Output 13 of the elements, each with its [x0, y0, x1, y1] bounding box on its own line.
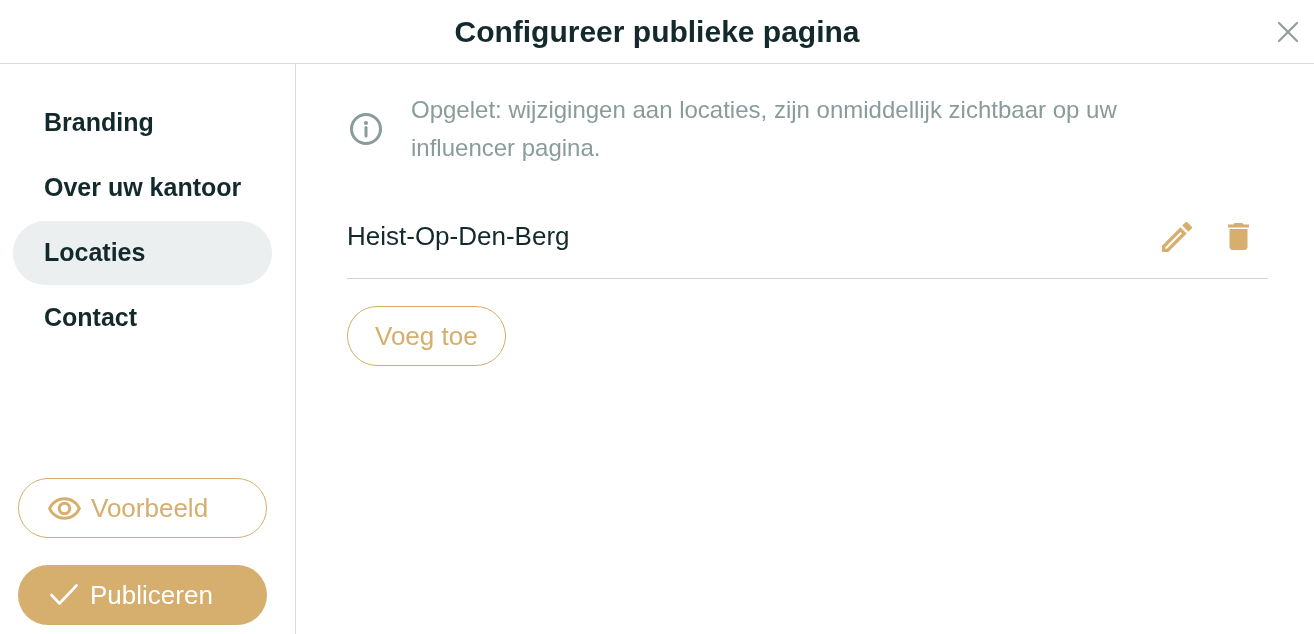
sidebar-item[interactable]: Branding: [13, 91, 272, 155]
location-name: Heist-Op-Den-Berg: [347, 220, 571, 253]
info-icon: [350, 113, 382, 145]
sidebar-item[interactable]: Locaties: [13, 221, 272, 285]
notice-text: Opgelet: wijzigingen aan locaties, zijn onmiddellijk zichtbaar op uw influencer pagina.: [411, 95, 1118, 163]
sidebar-item[interactable]: Contact: [13, 286, 272, 350]
window-title: Configureer publieke pagina: [454, 16, 860, 47]
edit-icon[interactable]: [1162, 221, 1192, 252]
close-icon[interactable]: [1278, 21, 1298, 42]
sidebar-item[interactable]: Over uw kantoor: [13, 156, 272, 220]
delete-icon[interactable]: [1228, 223, 1249, 250]
eye-icon: [48, 496, 81, 520]
check-icon: [50, 584, 78, 606]
